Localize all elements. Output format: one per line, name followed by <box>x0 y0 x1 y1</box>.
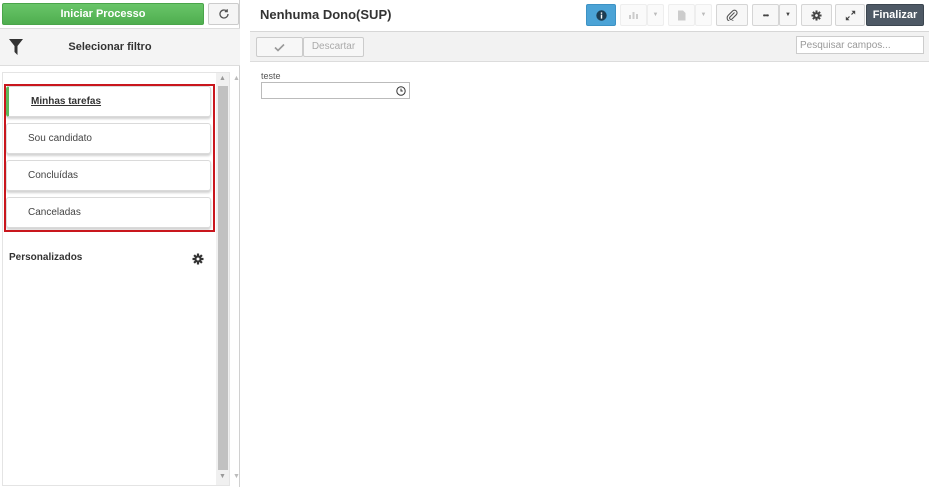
clock-icon[interactable] <box>396 86 406 96</box>
check-icon <box>274 43 285 52</box>
refresh-button[interactable] <box>208 3 239 25</box>
custom-filters-label: Personalizados <box>9 252 83 263</box>
field-label-teste: teste <box>261 71 281 81</box>
expand-button[interactable] <box>835 4 865 26</box>
chart-dropdown-button[interactable]: ▼ <box>647 4 664 26</box>
refresh-icon <box>218 9 229 19</box>
chevron-down-icon: ▼ <box>700 12 707 18</box>
filter-header[interactable]: Selecionar filtro <box>0 28 240 66</box>
time-field-input[interactable] <box>261 82 410 99</box>
document-dropdown-button[interactable]: ▼ <box>695 4 712 26</box>
filter-title: Selecionar filtro <box>68 41 152 53</box>
document-button[interactable] <box>668 4 695 26</box>
more-options-button[interactable]: ••• <box>752 4 779 26</box>
settings-button[interactable] <box>801 4 832 26</box>
confirm-button[interactable] <box>256 37 303 57</box>
chart-icon <box>629 12 638 19</box>
chart-button[interactable] <box>620 4 647 26</box>
expand-icon <box>845 10 855 20</box>
gear-icon[interactable] <box>192 253 204 265</box>
scroll-down-icon[interactable]: ▼ <box>219 473 226 480</box>
info-button[interactable] <box>586 4 616 26</box>
discard-button[interactable]: Descartar <box>303 37 364 57</box>
outer-scroll-down-icon[interactable]: ▼ <box>233 473 240 480</box>
start-process-button[interactable]: Iniciar Processo <box>2 3 204 25</box>
more-dropdown-button[interactable]: ▼ <box>779 4 797 26</box>
left-panel: Iniciar Processo Selecionar filtro Minha… <box>0 0 240 487</box>
chevron-down-icon: ▼ <box>652 12 659 18</box>
attach-button[interactable] <box>716 4 748 26</box>
search-fields-input[interactable] <box>796 36 924 54</box>
scroll-up-icon[interactable]: ▲ <box>219 75 226 82</box>
info-icon <box>595 9 607 21</box>
finish-button[interactable]: Finalizar <box>866 4 924 26</box>
more-icon: ••• <box>762 10 769 20</box>
document-icon <box>678 10 686 20</box>
page-title: Nenhuma Dono(SUP) <box>260 7 392 22</box>
scrollbar-thumb[interactable] <box>218 86 228 470</box>
chevron-down-icon: ▼ <box>785 12 791 18</box>
paperclip-icon <box>726 9 738 21</box>
outer-scroll-up-icon[interactable]: ▲ <box>233 75 240 82</box>
gear-icon <box>811 9 822 21</box>
highlight-box <box>4 84 215 232</box>
